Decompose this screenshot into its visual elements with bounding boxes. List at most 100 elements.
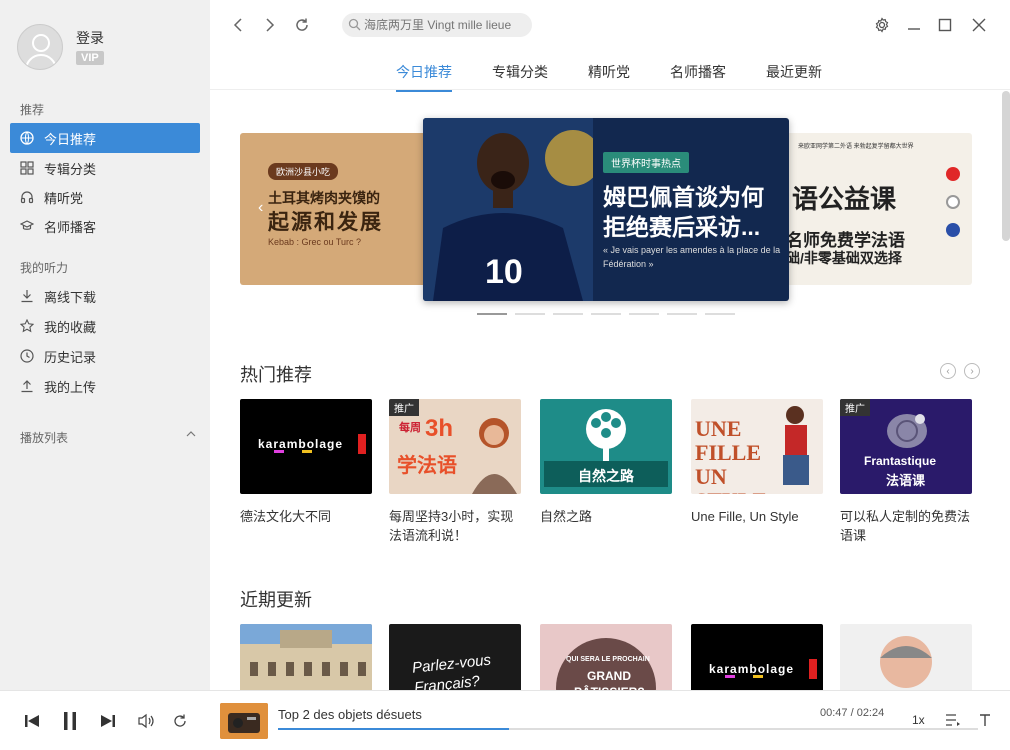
section-title-hot: 热门推荐 bbox=[240, 365, 312, 385]
woman-photo bbox=[783, 406, 809, 485]
settings-button[interactable] bbox=[872, 15, 892, 35]
pause-button[interactable] bbox=[60, 711, 80, 731]
now-playing-thumb[interactable] bbox=[220, 703, 268, 739]
carousel-dot[interactable] bbox=[629, 313, 659, 315]
banner-line: 土耳其烤肉夹馍的 bbox=[268, 190, 380, 206]
tab-today[interactable]: 今日推荐 bbox=[396, 62, 452, 92]
album-card[interactable]: Parlez-vous Français? bbox=[389, 624, 521, 690]
album-thumb[interactable]: 自然之路 bbox=[540, 399, 672, 494]
album-thumb[interactable] bbox=[840, 624, 972, 690]
section-playlist[interactable]: 播放列表 bbox=[20, 429, 68, 446]
palace-photo bbox=[240, 624, 372, 690]
playlist-button[interactable] bbox=[944, 711, 962, 729]
carousel-dot[interactable] bbox=[477, 313, 507, 315]
album-card[interactable] bbox=[240, 624, 372, 690]
carousel-dot[interactable] bbox=[553, 313, 583, 315]
tab-intensive[interactable]: 精听党 bbox=[588, 62, 630, 92]
album-card[interactable]: UNE FILLE UN STYLE Une Fille, Un Style bbox=[691, 399, 823, 526]
speed-button[interactable]: 1x bbox=[912, 713, 925, 727]
close-button[interactable] bbox=[969, 15, 989, 35]
thumb-text: 学法语 bbox=[397, 455, 457, 477]
album-thumb[interactable]: UNE FILLE UN STYLE bbox=[691, 399, 823, 494]
scrollbar[interactable] bbox=[1002, 91, 1010, 241]
tab-bar: 今日推荐 专辑分类 精听党 名师播客 最近更新 bbox=[396, 62, 862, 92]
previous-track-button[interactable] bbox=[22, 711, 42, 731]
banner-headline: 姆巴佩首谈为何 bbox=[603, 184, 764, 210]
banner-center[interactable]: 10 世界杯时事热点 姆巴佩首谈为何 拒绝赛后采访... « Je vais p… bbox=[423, 118, 789, 301]
banner-caption: 来欧亚网学第二外语 来勃起复学留都大世界 bbox=[798, 144, 914, 150]
close-icon bbox=[972, 18, 986, 32]
album-card[interactable]: QUI SERA LE PROCHAIN GRAND PÂTISSIER? bbox=[540, 624, 672, 690]
search-input[interactable] bbox=[342, 13, 532, 37]
sidebar-item-favorites[interactable]: 我的收藏 bbox=[10, 311, 200, 341]
banner-tag: 世界杯时事热点 bbox=[603, 152, 689, 173]
maximize-button[interactable] bbox=[935, 15, 955, 35]
banner-right[interactable]: 来欧亚网学第二外语 来勃起复学留都大世界 语公益课 名师免费学法语 础/非零基础… bbox=[786, 133, 972, 285]
album-card[interactable] bbox=[840, 624, 972, 690]
sidebar-item-label: 名师播客 bbox=[44, 219, 97, 235]
album-thumb[interactable]: karambolage bbox=[691, 624, 823, 690]
forward-button[interactable] bbox=[260, 15, 280, 35]
banner-headline: 起源和发展 bbox=[268, 211, 383, 234]
album-thumb[interactable] bbox=[240, 624, 372, 690]
carousel-dot[interactable] bbox=[705, 313, 735, 315]
album-card[interactable]: 推广 每周 3h 学法语 每周坚持3小时，实现法语流利说！ bbox=[389, 399, 521, 545]
progress-fill bbox=[278, 728, 509, 730]
album-card[interactable]: 自然之路 自然之路 bbox=[540, 399, 672, 526]
tab-recent[interactable]: 最近更新 bbox=[766, 62, 822, 92]
sidebar-item-uploads[interactable]: 我的上传 bbox=[10, 371, 200, 401]
clock-icon bbox=[20, 349, 34, 363]
carousel-dot[interactable] bbox=[667, 313, 697, 315]
album-title[interactable]: 可以私人定制的免费法语课 bbox=[840, 507, 972, 545]
profile[interactable]: 登录 VIP bbox=[17, 24, 104, 70]
banner-left[interactable]: ‹ 欧洲沙县小吃 土耳其烤肉夹馍的 起源和发展 Kebab : Grec ou … bbox=[240, 133, 426, 285]
refresh-button[interactable] bbox=[292, 15, 312, 35]
decor-bar bbox=[753, 675, 763, 678]
album-thumb[interactable]: Parlez-vous Français? bbox=[389, 624, 521, 690]
album-title[interactable]: 德法文化大不同 bbox=[240, 507, 372, 526]
banner-headline: 语公益课 bbox=[792, 184, 897, 214]
lyrics-button[interactable] bbox=[976, 711, 994, 729]
tab-podcast[interactable]: 名师播客 bbox=[670, 62, 726, 92]
album-card[interactable]: karambolage bbox=[691, 624, 823, 690]
album-thumb[interactable]: 推广 每周 3h 学法语 bbox=[389, 399, 521, 494]
album-title[interactable]: Une Fille, Un Style bbox=[691, 507, 823, 526]
chevron-left-icon bbox=[233, 18, 242, 32]
hot-arrows: ‹ › bbox=[932, 363, 980, 379]
login-link[interactable]: 登录 bbox=[76, 28, 104, 48]
back-button[interactable] bbox=[228, 15, 248, 35]
album-title[interactable]: 自然之路 bbox=[540, 507, 672, 526]
carousel-dot[interactable] bbox=[591, 313, 621, 315]
progress-bar[interactable] bbox=[278, 728, 978, 730]
repeat-button[interactable] bbox=[170, 711, 190, 731]
carousel-dot[interactable] bbox=[515, 313, 545, 315]
album-thumb[interactable]: karambolage bbox=[240, 399, 372, 494]
thumb-logo-text: karambolage bbox=[709, 662, 795, 676]
chevron-right-icon: › bbox=[970, 365, 974, 377]
sidebar-item-podcast[interactable]: 名师播客 bbox=[10, 211, 200, 241]
speaker-icon bbox=[138, 713, 154, 729]
prev-button[interactable]: ‹ bbox=[940, 363, 956, 379]
sidebar-item-today[interactable]: 今日推荐 bbox=[10, 123, 200, 153]
sidebar-item-history[interactable]: 历史记录 bbox=[10, 341, 200, 371]
repeat-icon bbox=[174, 714, 186, 727]
album-thumb[interactable]: QUI SERA LE PROCHAIN GRAND PÂTISSIER? bbox=[540, 624, 672, 690]
avatar[interactable] bbox=[17, 24, 63, 70]
decor-dot bbox=[946, 167, 960, 181]
sidebar-item-intensive[interactable]: 精听党 bbox=[10, 182, 200, 212]
chevron-left-icon[interactable]: ‹ bbox=[258, 199, 263, 217]
chevron-up-icon[interactable] bbox=[185, 428, 197, 440]
chef-photo bbox=[880, 636, 932, 688]
sidebar-item-download[interactable]: 离线下载 bbox=[10, 281, 200, 311]
minimize-button[interactable] bbox=[904, 15, 924, 35]
next-button[interactable]: › bbox=[964, 363, 980, 379]
playback-time: 00:47 / 02:24 bbox=[820, 707, 885, 719]
volume-button[interactable] bbox=[136, 711, 156, 731]
album-title[interactable]: 每周坚持3小时，实现法语流利说！ bbox=[389, 507, 521, 545]
album-card[interactable]: karambolage 德法文化大不同 bbox=[240, 399, 372, 526]
album-thumb[interactable]: 推广 Frantastique 法语课 bbox=[840, 399, 972, 494]
album-card[interactable]: 推广 Frantastique 法语课 可以私人定制的免费法语课 bbox=[840, 399, 972, 545]
sidebar-item-albums[interactable]: 专辑分类 bbox=[10, 153, 200, 183]
tab-albums[interactable]: 专辑分类 bbox=[492, 62, 548, 92]
next-track-button[interactable] bbox=[98, 711, 118, 731]
